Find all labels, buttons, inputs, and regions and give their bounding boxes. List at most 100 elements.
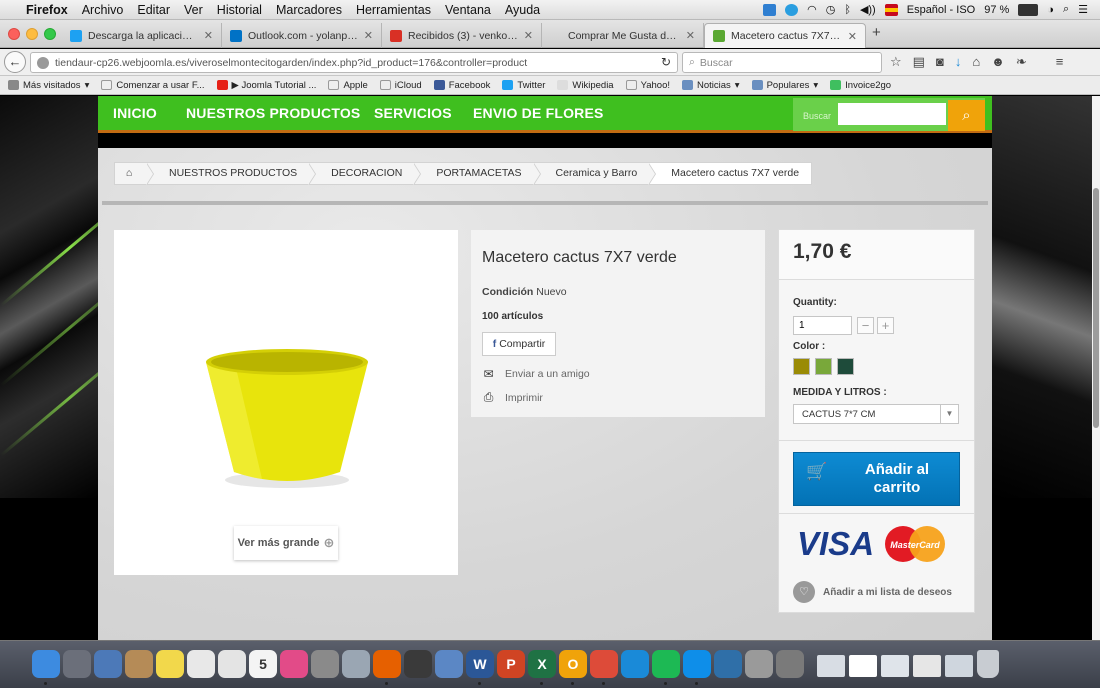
spotify-icon[interactable] — [652, 650, 680, 678]
window-thumb-2-icon[interactable] — [849, 655, 877, 677]
close-tab-icon[interactable]: ✕ — [204, 29, 213, 42]
battery-label[interactable]: 97 % — [984, 4, 1009, 16]
send-to-friend-link[interactable]: ✉ Enviar a un amigo — [482, 367, 589, 381]
search-icon[interactable]: ⌕ — [948, 100, 985, 131]
bookmark-apple[interactable]: Apple — [328, 80, 368, 91]
notification-center-icon[interactable]: ☰ — [1078, 3, 1088, 16]
share-button[interactable]: f Compartir — [482, 332, 556, 356]
wifi-icon[interactable]: ◠ — [807, 3, 817, 16]
url-text[interactable]: tiendaur-cp26.webjoomla.es/viveroselmont… — [55, 57, 527, 69]
print-link[interactable]: ⎙ Imprimir — [482, 390, 543, 405]
menu-archivo[interactable]: Archivo — [82, 3, 124, 17]
battery-icon[interactable] — [1018, 3, 1039, 16]
menu-ventana[interactable]: Ventana — [445, 3, 491, 17]
home-icon[interactable]: ⌂ — [115, 163, 154, 185]
breadcrumb-item[interactable]: Ceramica y Barro — [533, 163, 656, 185]
chrome-icon[interactable] — [590, 650, 618, 678]
bookmark-populares[interactable]: Populares ▾ — [751, 80, 818, 91]
color-swatch-dark-green[interactable] — [837, 358, 854, 375]
bookmark-star-icon[interactable]: ☆ — [890, 54, 902, 70]
quantity-input[interactable] — [793, 316, 852, 335]
trash-icon[interactable] — [977, 650, 999, 678]
siri-icon[interactable]: ◑ — [1047, 4, 1054, 16]
calendar-icon[interactable]: 5 — [249, 650, 277, 678]
menu-icon[interactable]: ≡ — [1056, 54, 1064, 70]
bookmark-facebook[interactable]: Facebook — [433, 80, 490, 91]
close-tab-icon[interactable]: ✕ — [364, 29, 373, 42]
bluetooth-icon[interactable]: ᛒ — [844, 4, 851, 16]
outlook-icon[interactable]: O — [559, 650, 587, 678]
window-thumb-4-icon[interactable] — [913, 655, 941, 677]
safari-icon[interactable] — [621, 650, 649, 678]
minimize-window-button[interactable] — [26, 28, 38, 40]
bookmark-comenzar[interactable]: Comenzar a usar F... — [101, 80, 205, 91]
migration-icon[interactable] — [435, 650, 463, 678]
home-icon[interactable]: ⌂ — [972, 54, 980, 70]
page-scrollbar[interactable] — [1092, 96, 1100, 640]
image-capture-icon[interactable] — [342, 650, 370, 678]
preview-icon[interactable] — [94, 650, 122, 678]
zoom-window-button[interactable] — [44, 28, 56, 40]
virtualbox-icon[interactable] — [714, 650, 742, 678]
size-select[interactable]: CACTUS 7*7 CM ▼ — [793, 404, 959, 424]
site-identity-icon[interactable] — [37, 56, 49, 69]
scrollbar-thumb[interactable] — [1093, 188, 1099, 428]
window-thumb-5-icon[interactable] — [945, 655, 973, 677]
spotlight-icon[interactable]: ⌕ — [1063, 3, 1069, 16]
view-larger-button[interactable]: Ver más grande ⊕ — [234, 526, 338, 560]
breadcrumb-item[interactable]: NUESTROS PRODUCTOS — [147, 163, 317, 185]
reading-list-icon[interactable]: ▤ — [913, 54, 925, 70]
product-image[interactable] — [202, 348, 372, 490]
quantity-increase-button[interactable]: + — [877, 317, 894, 334]
bookmark-yahoo[interactable]: Yahoo! — [625, 80, 670, 91]
add-to-cart-button[interactable]: 🛒 Añadir al carrito — [793, 452, 960, 506]
skype-icon[interactable] — [785, 3, 799, 16]
app-menu[interactable]: Firefox — [26, 3, 68, 17]
bookmark-icloud[interactable]: iCloud — [379, 80, 422, 91]
bookmark-wikipedia[interactable]: Wikipedia — [557, 80, 614, 91]
close-tab-icon[interactable]: ✕ — [686, 29, 695, 42]
tab-outlook[interactable]: Outlook.com - yolanpm3@... ✕ — [222, 23, 382, 48]
reload-icon[interactable]: ↻ — [661, 55, 671, 69]
close-tab-icon[interactable]: ✕ — [524, 29, 533, 42]
quantity-decrease-button[interactable]: − — [857, 317, 874, 334]
menu-herramientas[interactable]: Herramientas — [356, 3, 431, 17]
time-machine-icon[interactable]: ◷ — [826, 3, 836, 16]
word-icon[interactable]: W — [466, 650, 494, 678]
chat-icon[interactable]: ☻ — [991, 54, 1005, 70]
reminders-icon[interactable] — [187, 650, 215, 678]
menu-ayuda[interactable]: Ayuda — [505, 3, 540, 17]
firefox-icon[interactable] — [373, 650, 401, 678]
powerpoint-icon[interactable]: P — [497, 650, 525, 678]
itunes-icon[interactable] — [280, 650, 308, 678]
search-bar[interactable]: ⌕ Buscar — [682, 52, 882, 73]
keychain-icon[interactable] — [745, 650, 773, 678]
menu-ver[interactable]: Ver — [184, 3, 203, 17]
tab-gmail[interactable]: Recibidos (3) - venkorecar... ✕ — [382, 23, 542, 48]
tab-macetero[interactable]: Macetero cactus 7X7 verde... ✕ — [704, 23, 866, 48]
contacts-icon[interactable] — [125, 650, 153, 678]
system-preferences-icon[interactable] — [311, 650, 339, 678]
color-swatch-olive[interactable] — [793, 358, 810, 375]
downloads-icon[interactable]: ↓ — [955, 54, 962, 70]
bookmark-twitter[interactable]: Twitter — [502, 80, 545, 91]
pocket-icon[interactable]: ◙ — [936, 54, 944, 70]
url-bar[interactable]: tiendaur-cp26.webjoomla.es/viveroselmont… — [30, 52, 678, 73]
bookmark-noticias[interactable]: Noticias ▾ — [682, 80, 740, 91]
bookmark-invoice2go[interactable]: Invoice2go — [830, 80, 891, 91]
nav-servicios[interactable]: SERVICIOS — [374, 105, 452, 121]
color-swatch-green[interactable] — [815, 358, 832, 375]
shop-search-input[interactable] — [838, 103, 946, 125]
bookmark-joomla-tutorial[interactable]: ▶ Joomla Tutorial ... — [216, 80, 316, 91]
nav-nuestros-productos[interactable]: NUESTROS PRODUCTOS — [186, 105, 360, 121]
extension-icon[interactable]: ❧ — [1016, 54, 1027, 70]
close-tab-icon[interactable]: ✕ — [848, 30, 857, 43]
menu-editar[interactable]: Editar — [137, 3, 170, 17]
add-to-wishlist-link[interactable]: ♡ Añadir a mi lista de deseos — [793, 581, 952, 603]
volume-icon[interactable]: ◀)) — [860, 3, 876, 16]
photos-icon[interactable] — [218, 650, 246, 678]
notes-icon[interactable] — [156, 650, 184, 678]
tab-comprar[interactable]: Comprar Me Gusta de Face... ✕ — [542, 23, 704, 48]
input-source-label[interactable]: Español - ISO — [907, 4, 975, 16]
nav-envio-de-flores[interactable]: ENVIO DE FLORES — [473, 105, 604, 121]
